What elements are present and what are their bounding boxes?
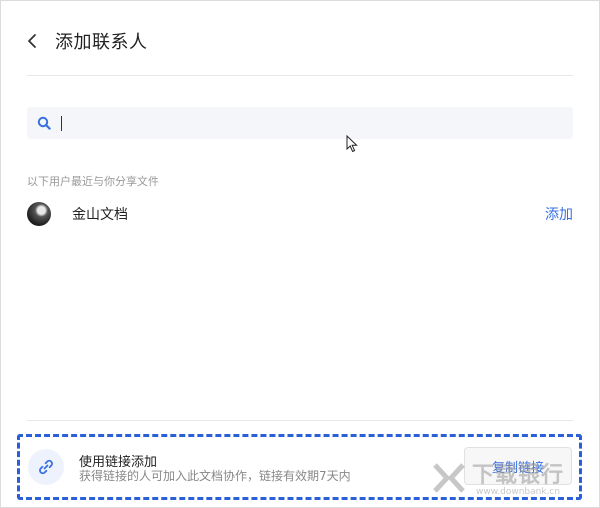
header: 添加联系人 bbox=[27, 27, 148, 55]
search-icon bbox=[37, 116, 51, 130]
link-icon bbox=[28, 449, 64, 485]
watermark-logo-icon bbox=[432, 461, 466, 499]
watermark-url: www.downbank.cn bbox=[476, 487, 561, 497]
add-contact-dialog: 添加联系人 以下用户最近与你分享文件 金山文档 添加 bbox=[0, 0, 600, 508]
cursor-icon bbox=[346, 134, 358, 157]
list-item: 金山文档 添加 bbox=[27, 201, 573, 227]
divider bbox=[27, 420, 573, 421]
avatar bbox=[27, 202, 51, 226]
search-input[interactable] bbox=[69, 107, 559, 139]
watermark-text: 下载银行 bbox=[472, 463, 565, 488]
text-caret bbox=[61, 115, 62, 131]
page-title: 添加联系人 bbox=[55, 32, 148, 53]
contact-name: 金山文档 bbox=[72, 207, 128, 223]
add-contact-button[interactable]: 添加 bbox=[545, 204, 573, 224]
recent-users-label: 以下用户最近与你分享文件 bbox=[27, 175, 159, 188]
watermark: 下载银行 www.downbank.cn bbox=[432, 455, 597, 505]
back-icon[interactable] bbox=[27, 27, 43, 55]
search-bar[interactable] bbox=[27, 107, 573, 139]
share-link-description: 获得链接的人可加入此文档协作，链接有效期7天内 bbox=[79, 469, 351, 483]
divider bbox=[27, 75, 573, 76]
